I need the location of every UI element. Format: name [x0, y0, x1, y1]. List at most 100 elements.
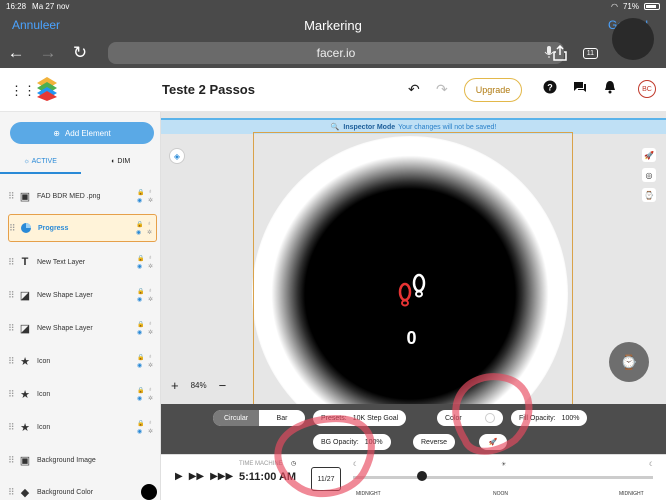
user-avatar[interactable]: BC: [638, 80, 656, 98]
eye-icon[interactable]: ◉: [137, 263, 145, 270]
address-bar[interactable]: facer.io: [108, 42, 564, 64]
layer-item[interactable]: ⠿ ▣ FAD BDR MED .png 🔒 ♁ ◉ ✲: [8, 182, 157, 210]
lock-icon[interactable]: 🔒: [136, 221, 144, 228]
lock-icon[interactable]: 🔒: [137, 354, 145, 361]
bulb-icon[interactable]: ♁: [148, 354, 156, 361]
layer-item[interactable]: ⠿ ◪ New Shape Layer 🔒 ♁ ◉ ✲: [8, 281, 157, 309]
time-machine-time[interactable]: 5:11:00 AM: [239, 471, 296, 483]
watch-icon[interactable]: ⌚: [642, 188, 656, 202]
zoom-level: 84%: [190, 381, 207, 390]
settings-icon[interactable]: ✲: [147, 229, 155, 236]
bulb-icon[interactable]: ♁: [147, 221, 155, 228]
mode-circular[interactable]: Circular: [213, 410, 259, 426]
drag-handle-icon[interactable]: ⠿: [8, 356, 18, 367]
drag-handle-icon[interactable]: ⠿: [8, 422, 18, 433]
back-arrow-icon[interactable]: ←: [0, 43, 32, 63]
layer-item[interactable]: ⠿ ◪ New Shape Layer 🔒 ♁ ◉ ✲: [8, 314, 157, 342]
cancel-button[interactable]: Annuleer: [12, 18, 60, 32]
drag-handle-icon[interactable]: ⠿: [8, 323, 18, 334]
eye-icon[interactable]: ◉: [137, 428, 145, 435]
drag-handle-icon[interactable]: ⠿: [8, 487, 18, 498]
tab-active[interactable]: ☼ ACTIVE: [0, 152, 81, 174]
play-icon[interactable]: ▶: [175, 471, 183, 482]
color-swatch[interactable]: [485, 413, 495, 423]
bulb-icon[interactable]: ♁: [148, 189, 156, 196]
tab-count-button[interactable]: 11: [582, 47, 598, 59]
tab-dim[interactable]: ◐ DIM: [81, 152, 161, 174]
settings-icon[interactable]: ✲: [148, 395, 156, 402]
watch-face-icon[interactable]: ◎: [642, 168, 656, 182]
layer-item[interactable]: ⠿ ★ Icon 🔒 ♁ ◉ ✲: [8, 380, 157, 408]
drag-handle-icon[interactable]: ⠿: [8, 290, 18, 301]
drag-handle-icon[interactable]: ⠿: [8, 455, 18, 466]
assistive-touch-button[interactable]: [612, 18, 654, 60]
help-icon[interactable]: ?: [542, 80, 558, 96]
date-picker[interactable]: 11/27: [311, 467, 341, 491]
time-slider-track[interactable]: [353, 476, 653, 479]
layer-item[interactable]: ⠿ ★ Icon 🔒 ♁ ◉ ✲: [8, 413, 157, 441]
eye-icon[interactable]: ◉: [137, 362, 145, 369]
drag-handle-icon[interactable]: ⠿: [8, 191, 18, 202]
settings-icon[interactable]: ✲: [148, 329, 156, 336]
inspector-note: Your changes will not be saved!: [398, 123, 497, 131]
eye-icon[interactable]: ◉: [137, 329, 145, 336]
lock-icon[interactable]: 🔒: [137, 420, 145, 427]
fastest-forward-icon[interactable]: ▶▶▶: [210, 471, 233, 482]
bulb-icon[interactable]: ♁: [148, 420, 156, 427]
settings-icon[interactable]: ✲: [148, 263, 156, 270]
facer-logo[interactable]: [36, 76, 58, 102]
bg-opacity-field[interactable]: BG Opacity: 100%: [313, 434, 391, 450]
settings-icon[interactable]: ✲: [148, 197, 156, 204]
watch-preview-button[interactable]: ⌚: [609, 342, 649, 382]
layer-item[interactable]: ⠿ ▣ Background Image: [8, 446, 157, 474]
bulb-icon[interactable]: ♁: [148, 387, 156, 394]
layer-item-selected[interactable]: ⠿ Progress 🔒 ♁ ◉ ✲: [8, 214, 157, 242]
lock-icon[interactable]: 🔒: [137, 288, 145, 295]
fill-opacity-field[interactable]: Fill Opacity: 100%: [511, 410, 588, 426]
settings-icon[interactable]: ✲: [148, 296, 156, 303]
rocket-action-button[interactable]: 🚀: [479, 434, 507, 450]
zoom-in-button[interactable]: +: [171, 378, 179, 393]
layer-item[interactable]: ⠿ T New Text Layer 🔒 ♁ ◉ ✲: [8, 248, 157, 276]
reverse-button[interactable]: Reverse: [413, 434, 456, 450]
lock-icon[interactable]: 🔒: [137, 255, 145, 262]
forward-arrow-icon[interactable]: →: [32, 43, 64, 63]
add-element-button[interactable]: ⊕ Add Element: [10, 122, 154, 144]
bulb-icon[interactable]: ♁: [148, 288, 156, 295]
drag-handle-icon[interactable]: ⠿: [8, 389, 18, 400]
eye-icon[interactable]: ◉: [136, 229, 144, 236]
mode-bar[interactable]: Bar: [259, 410, 305, 426]
bulb-icon[interactable]: ♁: [148, 255, 156, 262]
drag-handle-icon[interactable]: ⠿: [9, 223, 19, 234]
fast-forward-icon[interactable]: ▶▶: [189, 471, 204, 482]
bulb-icon[interactable]: ♁: [148, 321, 156, 328]
presets-dropdown[interactable]: Presets: 10K Step Goal: [313, 410, 407, 426]
eye-icon[interactable]: ◉: [137, 395, 145, 402]
upgrade-button[interactable]: Upgrade: [464, 78, 522, 102]
eye-icon[interactable]: ◉: [137, 296, 145, 303]
drag-handle-icon[interactable]: ⠿: [8, 257, 18, 268]
layer-item[interactable]: ⠿ ◆ Background Color: [8, 478, 157, 500]
time-slider-knob[interactable]: [417, 471, 427, 481]
settings-icon[interactable]: ✲: [148, 428, 156, 435]
status-date: Ma 27 nov: [32, 1, 70, 11]
lock-icon[interactable]: 🔒: [137, 189, 145, 196]
background-color-swatch[interactable]: [141, 484, 157, 500]
layer-item[interactable]: ⠿ ★ Icon 🔒 ♁ ◉ ✲: [8, 347, 157, 375]
settings-icon[interactable]: ✲: [148, 362, 156, 369]
rocket-icon[interactable]: 🚀: [642, 148, 656, 162]
eye-icon[interactable]: ◉: [137, 197, 145, 204]
document-title[interactable]: Teste 2 Passos: [162, 82, 255, 97]
layers-toggle-icon[interactable]: ◈: [169, 148, 185, 164]
notification-bell-icon[interactable]: [602, 80, 618, 96]
markup-title: Markering: [304, 17, 362, 33]
redo-icon[interactable]: ↷: [436, 81, 448, 98]
chat-icon[interactable]: [572, 80, 588, 96]
lock-icon[interactable]: 🔒: [137, 321, 145, 328]
reload-icon[interactable]: ↻: [64, 43, 96, 63]
undo-icon[interactable]: ↶: [408, 81, 420, 98]
share-icon[interactable]: [552, 45, 567, 61]
zoom-out-button[interactable]: −: [219, 378, 227, 393]
color-picker[interactable]: Color: [437, 410, 503, 426]
lock-icon[interactable]: 🔒: [137, 387, 145, 394]
